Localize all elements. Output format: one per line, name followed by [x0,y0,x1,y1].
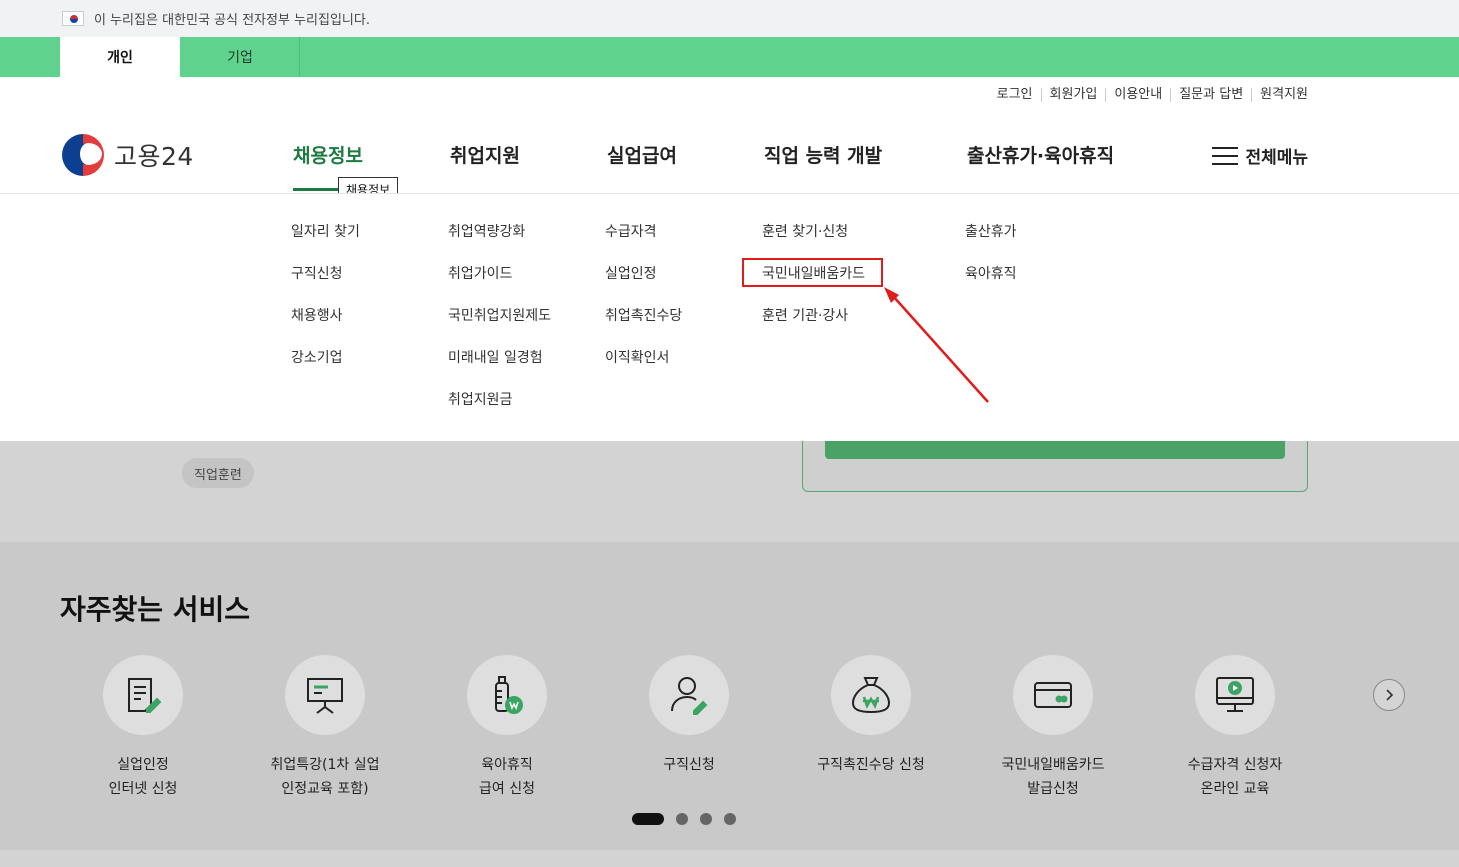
annotation-arrow-icon [884,287,989,403]
